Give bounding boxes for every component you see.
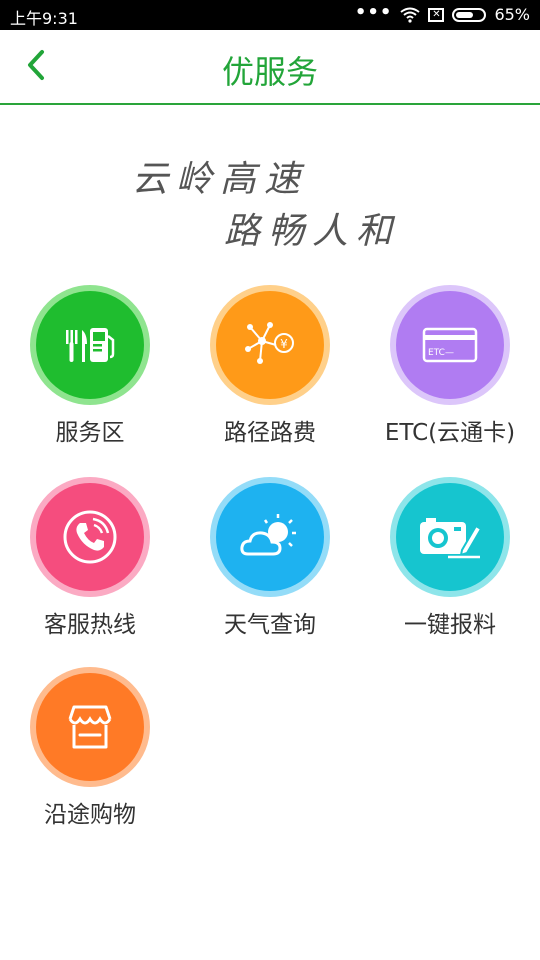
status-time: 上午9:31 <box>10 9 78 28</box>
slogan-line-1: 云岭高速 <box>132 159 309 200</box>
sim-x-icon: ✕ <box>428 7 445 22</box>
service-label: 客服热线 <box>44 612 136 638</box>
slogan-banner: 云岭高速 路畅人和 <box>0 140 540 252</box>
slogan-line-2: 路畅人和 <box>224 211 401 252</box>
service-label: ETC(云通卡) <box>384 420 516 446</box>
svg-text:¥: ¥ <box>280 337 288 351</box>
battery-percent: 65% <box>494 5 530 24</box>
restaurant-fuel-icon <box>36 291 144 399</box>
route-fee-icon-circle: ¥ <box>210 285 330 405</box>
service-item-hotline[interactable]: 客服热线 <box>0 477 180 647</box>
service-item-etc[interactable]: ETC— ETC(云通卡) <box>360 285 540 455</box>
svg-text:ETC—: ETC— <box>428 348 454 358</box>
service-area-icon-circle <box>30 285 150 405</box>
etc-card-icon: ETC— <box>396 291 504 399</box>
status-bar: 上午9:31 ••• ✕ 65% <box>0 0 540 30</box>
service-item-shopping[interactable]: 沿途购物 <box>0 667 180 837</box>
status-icons: ••• ✕ 65% <box>354 1 530 24</box>
phone-call-icon <box>36 483 144 591</box>
service-label: 天气查询 <box>224 612 316 638</box>
header-bar: 优服务 <box>0 30 540 105</box>
camera-edit-icon <box>396 483 504 591</box>
service-label: 服务区 <box>55 420 125 446</box>
battery-icon <box>452 7 487 22</box>
dots-icon: ••• <box>354 1 393 23</box>
route-fee-icon: ¥ <box>216 291 324 399</box>
service-item-route-fee[interactable]: ¥ 路径路费 <box>180 285 360 455</box>
wifi-icon <box>400 7 421 23</box>
shop-icon <box>36 673 144 781</box>
page-title: 优服务 <box>221 53 318 91</box>
etc-icon-circle: ETC— <box>390 285 510 405</box>
service-item-service-area[interactable]: 服务区 <box>0 285 180 455</box>
service-item-report[interactable]: 一键报料 <box>360 477 540 647</box>
service-item-weather[interactable]: 天气查询 <box>180 477 360 647</box>
weather-icon-circle <box>210 477 330 597</box>
weather-icon <box>216 483 324 591</box>
report-icon-circle <box>390 477 510 597</box>
service-label: 沿途购物 <box>44 802 136 828</box>
service-label: 路径路费 <box>224 420 316 446</box>
shopping-icon-circle <box>30 667 150 787</box>
hotline-icon-circle <box>30 477 150 597</box>
service-label: 一键报料 <box>404 612 496 638</box>
